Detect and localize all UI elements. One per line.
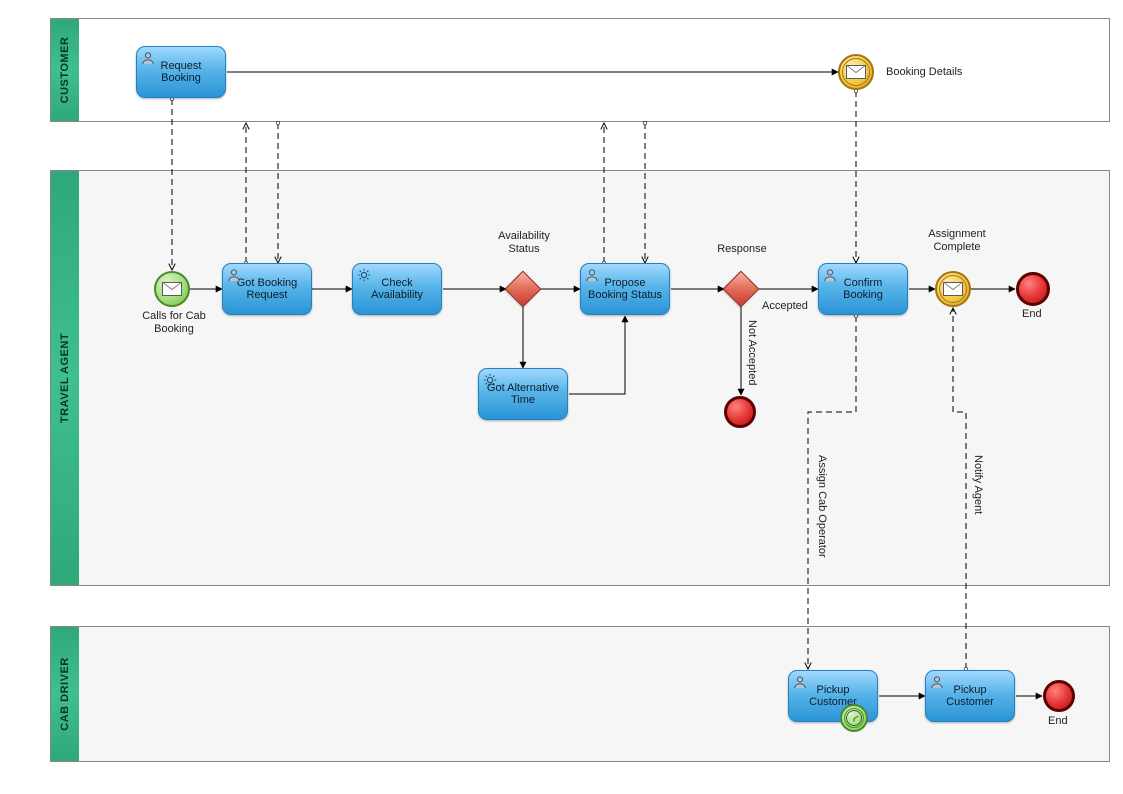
task-pickup-customer-2: Pickup Customer bbox=[925, 670, 1015, 722]
label-assign-cab-operator: Assign Cab Operator bbox=[816, 455, 828, 558]
task-request-booking: Request Booking bbox=[136, 46, 226, 98]
gateway-availability-status bbox=[506, 272, 540, 306]
ring bbox=[1043, 680, 1075, 712]
label-calls-for-cab: Calls for Cab Booking bbox=[138, 310, 210, 335]
bpmn-diagram: CUSTOMER TRAVEL AGENT CAB DRIVER bbox=[0, 0, 1123, 794]
task-got-booking-request: Got Booking Request bbox=[222, 263, 312, 315]
event-end-not-accepted bbox=[724, 396, 756, 428]
ring bbox=[724, 396, 756, 428]
label-notify-agent: Notify Agent bbox=[972, 455, 984, 514]
event-assignment-complete bbox=[935, 271, 971, 307]
envelope-icon bbox=[846, 65, 866, 79]
user-task-icon bbox=[930, 675, 944, 689]
pool-title-driver: CAB DRIVER bbox=[59, 657, 71, 730]
task-got-alternative-time: Got Alternative Time bbox=[478, 368, 568, 420]
label-accepted: Accepted bbox=[762, 300, 808, 313]
user-task-icon bbox=[823, 268, 837, 282]
gateway-response bbox=[724, 272, 758, 306]
label-end-agent: End bbox=[1022, 308, 1042, 321]
event-end-driver bbox=[1043, 680, 1075, 712]
label-assignment-complete: Assignment Complete bbox=[918, 228, 996, 253]
boundary-timer bbox=[840, 704, 868, 732]
label-not-accepted: Not Accepted bbox=[746, 320, 758, 385]
label-response: Response bbox=[702, 243, 782, 256]
pool-title-customer: CUSTOMER bbox=[59, 37, 71, 104]
envelope-icon bbox=[943, 282, 963, 296]
user-task-icon bbox=[141, 51, 155, 65]
user-task-icon bbox=[585, 268, 599, 282]
service-task-icon bbox=[483, 373, 497, 387]
task-check-availability: Check Availability bbox=[352, 263, 442, 315]
envelope-icon bbox=[162, 282, 182, 296]
user-task-icon bbox=[793, 675, 807, 689]
label-end-driver: End bbox=[1048, 715, 1068, 728]
event-end-agent bbox=[1016, 272, 1050, 306]
event-calls-for-cab bbox=[154, 271, 190, 307]
pool-header-agent: TRAVEL AGENT bbox=[51, 171, 80, 585]
pool-header-driver: CAB DRIVER bbox=[51, 627, 80, 761]
label-availability-status: Availability Status bbox=[484, 230, 564, 255]
pool-header-customer: CUSTOMER bbox=[51, 19, 80, 121]
pool-title-agent: TRAVEL AGENT bbox=[59, 333, 71, 423]
service-task-icon bbox=[357, 268, 371, 282]
task-confirm-booking: Confirm Booking bbox=[818, 263, 908, 315]
label-booking-details: Booking Details bbox=[886, 66, 962, 79]
event-booking-details bbox=[838, 54, 874, 90]
user-task-icon bbox=[227, 268, 241, 282]
task-propose-booking-status: Propose Booking Status bbox=[580, 263, 670, 315]
ring bbox=[1016, 272, 1050, 306]
clock-icon bbox=[846, 710, 862, 726]
